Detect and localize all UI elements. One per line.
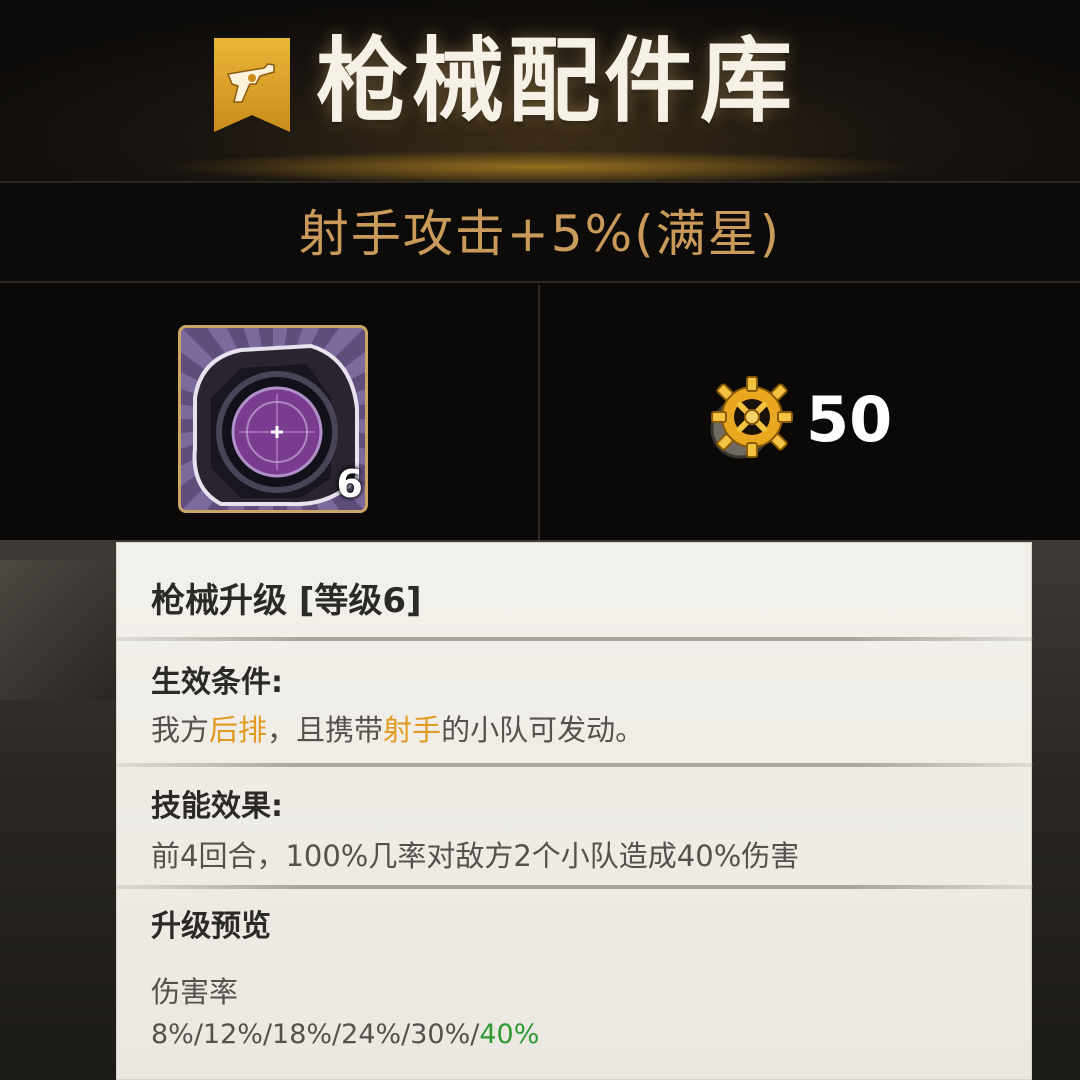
category-badge [214,38,290,132]
condition-text-part: 的小队可发动。 [441,713,645,747]
preview-heading: 升级预览 [151,909,271,944]
page-title: 枪械配件库 [316,28,797,135]
condition-text-part: 我方 [151,713,210,747]
accessory-card[interactable]: 6 [178,325,368,513]
condition-heading: 生效条件: [151,665,283,700]
effect-text: 前4回合，100%几率对敌方2个小队造成40%伤害 [151,839,800,873]
column-divider [538,285,540,540]
divider [117,637,1033,641]
accessory-name-row: 射手攻击+5%(满星) [0,185,1080,283]
header-banner: 枪械配件库 [0,0,1080,184]
accessory-name: 射手攻击+5%(满星) [298,205,782,263]
divider [117,885,1033,889]
effect-heading: 技能效果: [151,789,283,824]
cost-value: 50 [806,383,893,456]
preview-values-previous: 8%/12%/18%/24%/30%/ [151,1019,480,1050]
preview-values: 8%/12%/18%/24%/30%/40% [151,1019,539,1050]
accessory-level: 6 [336,462,363,506]
condition-keyword-shooter: 射手 [383,713,442,747]
preview-stat-label: 伤害率 [151,975,239,1009]
background-decor [0,560,120,700]
preview-value-current: 40% [479,1019,540,1050]
condition-keyword-backrow: 后排 [209,713,268,747]
accessory-detail-row: 6 50 [0,285,1080,540]
condition-text-part: ，且携带 [267,713,384,747]
condition-text: 我方后排，且携带射手的小队可发动。 [151,707,644,749]
divider [117,763,1033,767]
revolver-icon [226,63,275,103]
gear-icon [710,376,793,459]
upgrade-tooltip: 枪械升级 [等级6] 生效条件: 我方后排，且携带射手的小队可发动。 技能效果:… [116,542,1033,1080]
tooltip-title: 枪械升级 [等级6] [151,581,422,621]
